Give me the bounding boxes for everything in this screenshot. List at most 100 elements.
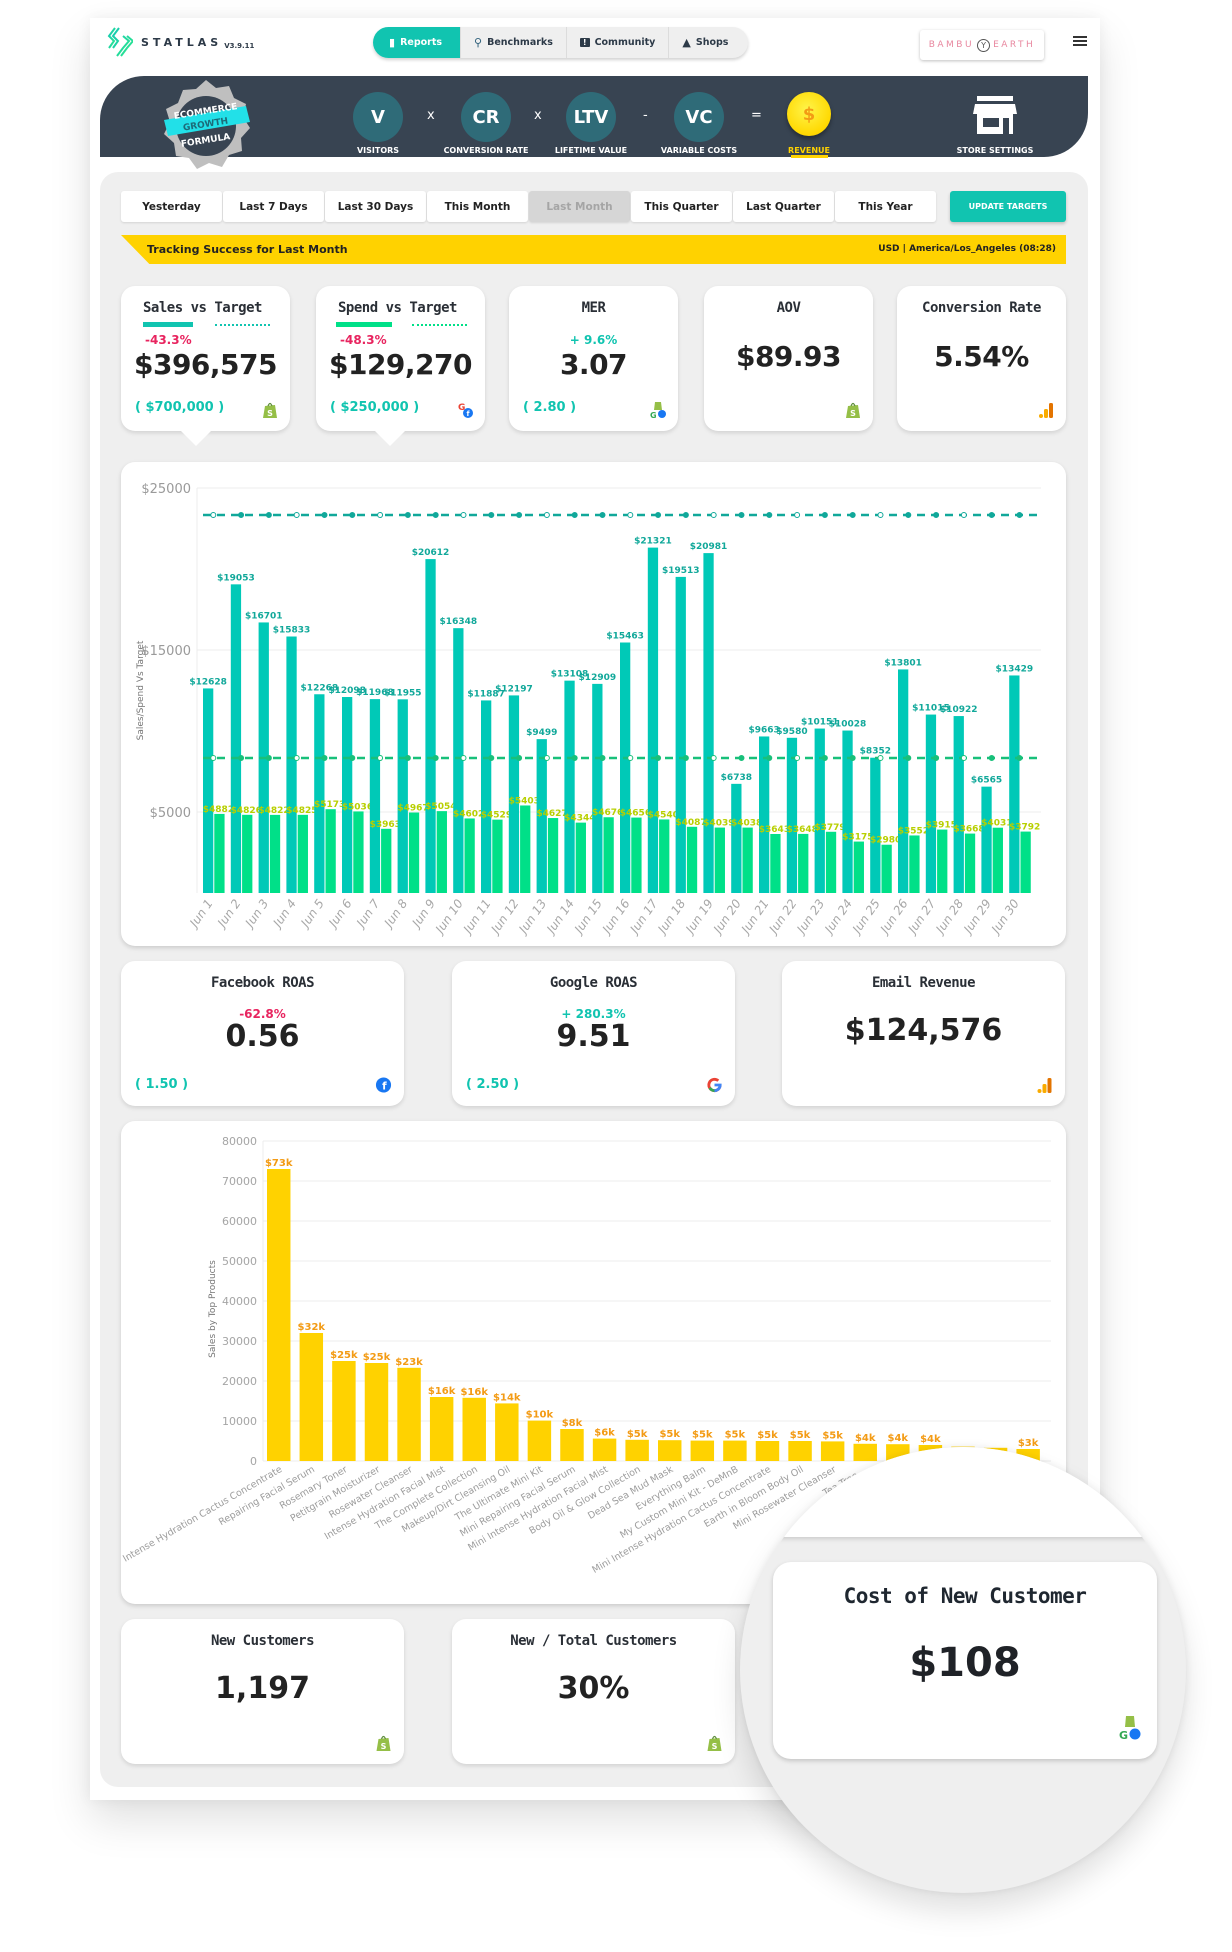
- target-point: [543, 512, 550, 519]
- card-google-roas[interactable]: Google ROAS + 280.3% 9.51 ( 2.50 ): [452, 961, 735, 1106]
- brand-name-right: EARTH: [993, 40, 1036, 50]
- hamburger-menu-icon[interactable]: [1073, 36, 1087, 46]
- revenue-coin-icon[interactable]: $: [787, 92, 831, 136]
- target-point: [349, 512, 356, 519]
- spend-bar: [214, 813, 225, 893]
- selected-card-pointer: [374, 430, 406, 446]
- nav-reports[interactable]: ▮ Reports: [373, 27, 462, 58]
- kpi-title-a: Spend: [338, 300, 378, 316]
- revenue-underline: [791, 155, 828, 158]
- store-icon[interactable]: [973, 96, 1017, 134]
- main-nav: ▮ Reports ⚲ Benchmarks ! Community ▲ Sho…: [373, 27, 749, 58]
- target-point: [321, 512, 328, 519]
- card-email-revenue[interactable]: Email Revenue $124,576: [782, 961, 1065, 1106]
- target-point: [377, 512, 384, 519]
- svg-text:G: G: [1119, 1729, 1128, 1741]
- product-data-label: $5k: [659, 1429, 680, 1440]
- target-point: [488, 755, 495, 762]
- target-point: [627, 755, 634, 762]
- spend-bar: [659, 819, 670, 893]
- kpi-conversion-rate[interactable]: Conversion Rate 5.54%: [897, 286, 1066, 431]
- sales-bar: [592, 683, 603, 893]
- product-bar: [299, 1333, 324, 1461]
- spend-bar: [242, 814, 253, 893]
- x-tick-label: Jun 17: [626, 896, 661, 937]
- tab-yesterday[interactable]: Yesterday: [121, 191, 222, 222]
- sales-bar: [703, 553, 714, 893]
- svg-text:S: S: [850, 409, 856, 418]
- spend-data-label: $4038: [731, 819, 762, 829]
- spend-data-label: $4825: [286, 806, 317, 816]
- spend-bar: [853, 841, 864, 893]
- card-new-customers[interactable]: New Customers 1,197 S: [121, 1619, 404, 1764]
- spend-data-label: $3552: [898, 826, 929, 836]
- kpi-mer[interactable]: MER + 9.6% 3.07 ( 2.80 ) G: [509, 286, 678, 431]
- sales-data-label: $12909: [579, 673, 617, 683]
- product-bar: [332, 1361, 356, 1461]
- spend-data-label: $4826: [231, 806, 262, 816]
- x-tick-label: Jun 4: [269, 897, 299, 931]
- kpi-title: MER: [581, 300, 606, 316]
- formula-visitors[interactable]: V: [353, 92, 403, 142]
- nav-benchmarks[interactable]: ⚲ Benchmarks: [461, 27, 567, 58]
- spend-bar: [937, 829, 948, 893]
- sales-data-label: $15833: [273, 626, 311, 636]
- tab-this-month[interactable]: This Month: [427, 191, 528, 222]
- x-tick-label: Jun 30: [988, 896, 1023, 937]
- tab-this-year[interactable]: This Year: [835, 191, 936, 222]
- formula-conversion-rate[interactable]: CR: [461, 92, 511, 142]
- x-tick-label: Jun 16: [598, 896, 633, 937]
- spend-data-label: $3643: [759, 825, 790, 835]
- spend-data-label: $5403: [509, 796, 540, 806]
- formula-variable-costs[interactable]: VC: [674, 92, 724, 142]
- statlas-logo[interactable]: STATLAS V3.9.11: [105, 25, 254, 59]
- nav-shops[interactable]: ▲ Shops: [669, 27, 748, 58]
- kpi-delta: + 9.6%: [569, 333, 618, 347]
- sales-bar: [981, 786, 992, 893]
- target-point: [432, 512, 439, 519]
- spend-bar: [964, 833, 976, 893]
- date-range-tabs: Yesterday Last 7 Days Last 30 Days This …: [121, 191, 936, 222]
- tracking-title: Tracking Success for Last Month: [147, 243, 348, 256]
- target-point: [321, 755, 328, 762]
- y-tick-label: 10000: [222, 1415, 257, 1428]
- kpi-sales-vs-target[interactable]: Sales vs Target -43.3% $396,575 ( $700,0…: [121, 286, 290, 431]
- target-point: [933, 512, 940, 519]
- target-point: [682, 755, 689, 762]
- card-facebook-roas[interactable]: Facebook ROAS -62.8% 0.56 ( 1.50 ) f: [121, 961, 404, 1106]
- target-point: [516, 512, 523, 519]
- tab-last-30-days[interactable]: Last 30 Days: [325, 191, 426, 222]
- spend-bar: [436, 811, 447, 893]
- product-data-label: $5k: [790, 1430, 811, 1441]
- x-tick-label: Jun 25: [849, 897, 883, 938]
- spend-bar: [381, 828, 392, 893]
- target-point: [377, 755, 384, 762]
- tab-last-month[interactable]: Last Month: [529, 191, 630, 222]
- spend-data-label: $4039: [703, 819, 734, 829]
- store-brand-selector[interactable]: BAMBU Y EARTH: [920, 30, 1044, 60]
- product-data-label: $8k: [562, 1418, 583, 1429]
- tab-last-quarter[interactable]: Last Quarter: [733, 191, 834, 222]
- label-store-settings[interactable]: STORE SETTINGS: [935, 146, 1055, 155]
- spend-bar: [881, 844, 892, 893]
- card-new-total-customers[interactable]: New / Total Customers 30% S: [452, 1619, 735, 1764]
- y-tick-label: $25000: [141, 482, 191, 497]
- card-cost-of-new-customer[interactable]: Cost of New Customer $108 G: [773, 1562, 1157, 1759]
- kpi-spend-vs-target[interactable]: Spend vs Target -48.3% $129,270 ( $250,0…: [316, 286, 485, 431]
- formula-lifetime-value[interactable]: LTV: [566, 92, 616, 142]
- sales-data-label: $9499: [526, 728, 557, 738]
- sales-bar: [342, 697, 353, 893]
- product-data-label: $10k: [526, 1410, 554, 1421]
- card-title: Google ROAS: [549, 975, 638, 991]
- kpi-aov[interactable]: AOV $89.93 S: [704, 286, 873, 431]
- product-bar: [397, 1367, 421, 1461]
- nav-community[interactable]: ! Community: [567, 27, 670, 58]
- target-point: [905, 512, 912, 519]
- tab-last-7-days[interactable]: Last 7 Days: [223, 191, 324, 222]
- x-tick-label: Jun 18: [654, 896, 689, 937]
- tab-this-quarter[interactable]: This Quarter: [631, 191, 732, 222]
- google-facebook-icon: Gf: [458, 403, 473, 418]
- product-data-label: $5k: [725, 1430, 746, 1441]
- sales-bar: [731, 783, 742, 893]
- update-targets-button[interactable]: UPDATE TARGETS: [950, 191, 1066, 222]
